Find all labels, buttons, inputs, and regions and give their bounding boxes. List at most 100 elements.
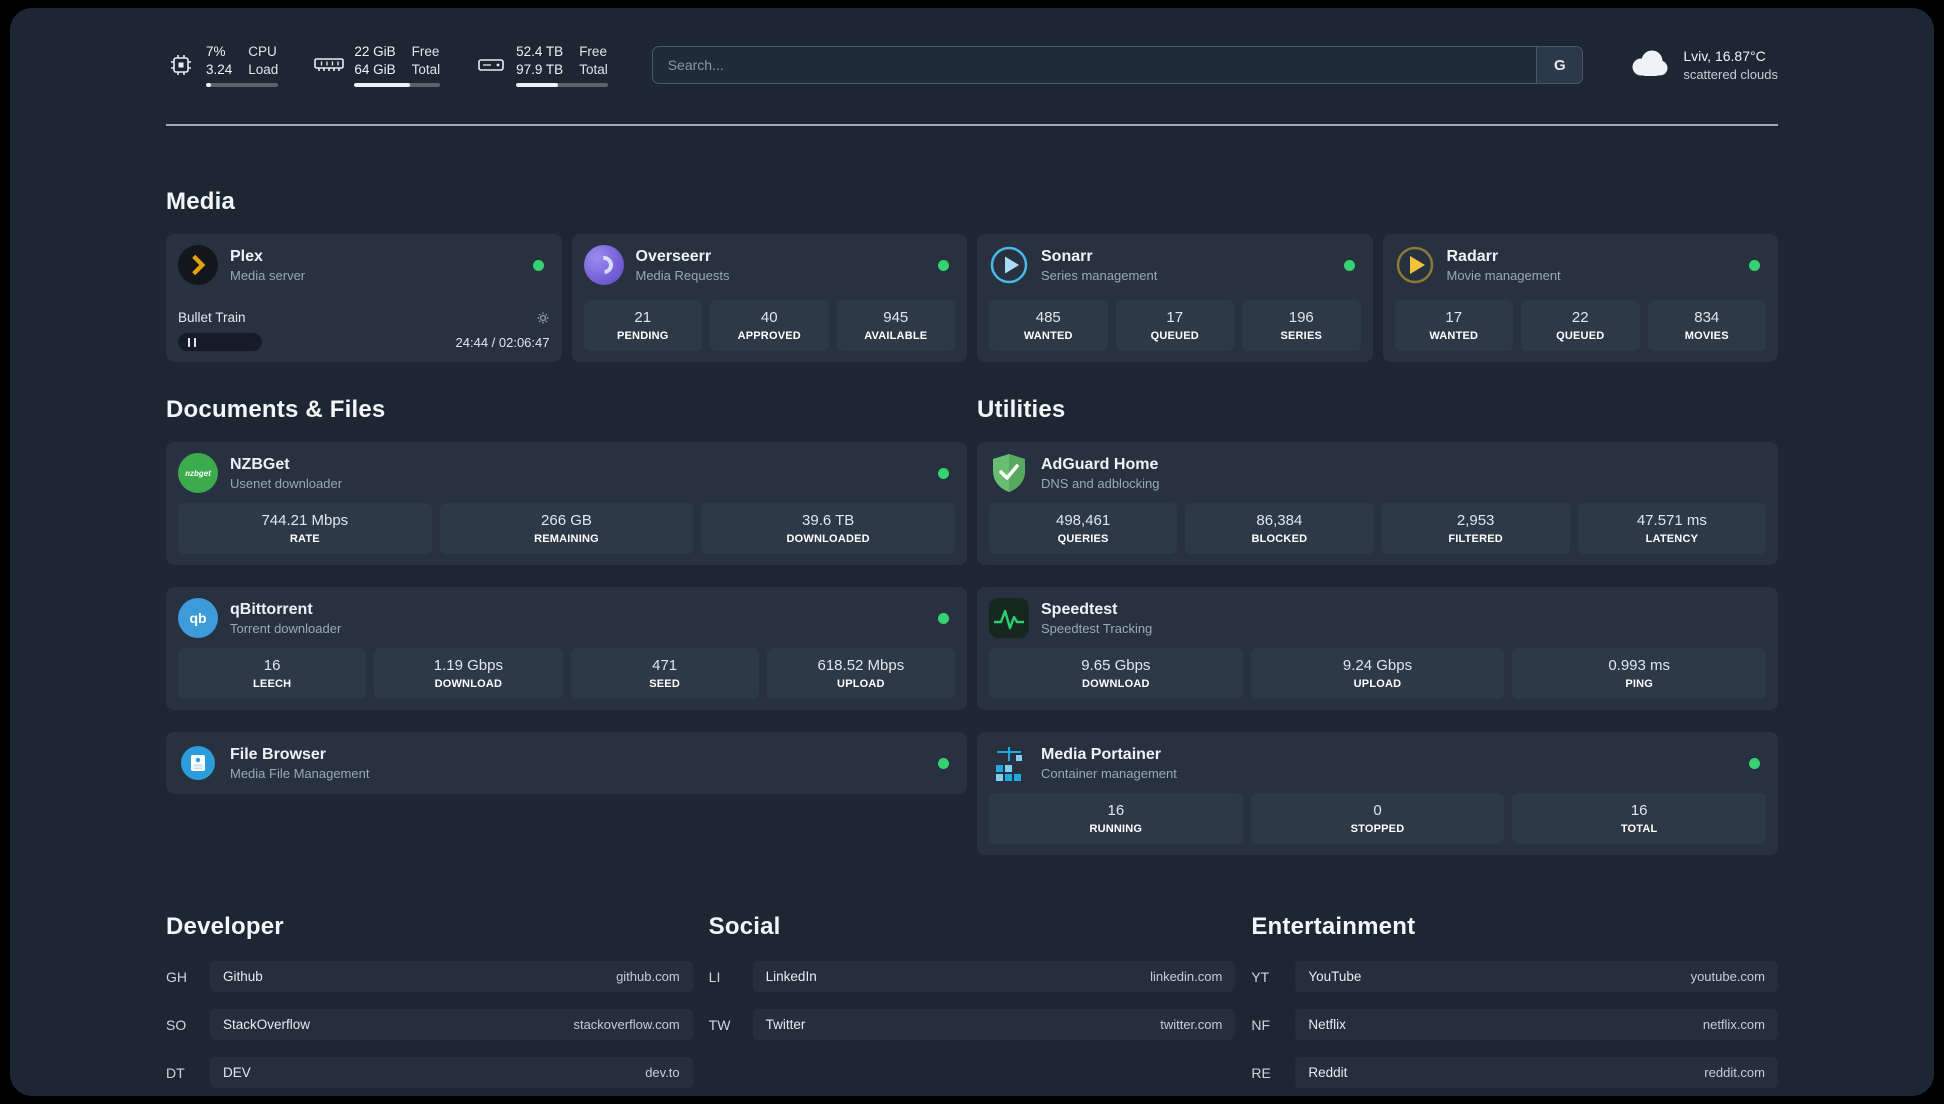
weather-widget: Lviv, 16.87°C scattered clouds [1627, 47, 1778, 84]
stat-label: DOWNLOAD [434, 678, 503, 690]
search-bar: G [651, 46, 1584, 84]
section-media: Media Plex Media server Bullet Train 24:… [166, 188, 1778, 362]
app-card-portainer[interactable]: Media Portainer Container management 16 … [977, 732, 1778, 855]
search-input[interactable] [652, 47, 1537, 83]
app-subtitle: Usenet downloader [230, 475, 343, 491]
bookmark-url: dev.to [645, 1065, 680, 1080]
section-utilities: Utilities AdGuard Home DNS and adblockin… [977, 396, 1778, 855]
app-card-plex[interactable]: Plex Media server Bullet Train 24:44 / 0… [166, 234, 562, 362]
stat-label: APPROVED [737, 330, 801, 342]
bookmark-abbr: SO [166, 1016, 187, 1033]
stat-box: 744.21 Mbps RATE [178, 503, 432, 554]
search-engine-button[interactable]: G [1536, 47, 1583, 83]
stat-box: 47.571 ms LATENCY [1577, 503, 1766, 554]
stat-box: 16 TOTAL [1512, 793, 1766, 844]
stat-box: 471 SEED [570, 648, 759, 699]
stat-box: 86,384 BLOCKED [1185, 503, 1374, 554]
stat-value: 266 GB [541, 512, 592, 529]
stat-label: QUEUED [1150, 330, 1199, 342]
stat-label: DOWNLOAD [1082, 678, 1150, 690]
app-card-nzbget[interactable]: nzbget NZBGet Usenet downloader 744.21 M… [166, 442, 967, 565]
app-card-overseerr[interactable]: Overseerr Media Requests 21 PENDING 40 A… [571, 234, 967, 362]
app-name: Plex [230, 247, 263, 265]
bookmark-link-dev[interactable]: DEV dev.to [210, 1057, 693, 1088]
stat-label: AVAILABLE [864, 330, 928, 342]
cpu-widget: 7% 3.24 CPU Load [166, 43, 279, 87]
disk-icon [476, 55, 506, 75]
stat-label: LEECH [252, 678, 292, 690]
status-dot [938, 757, 949, 769]
stat-value: 39.6 TB [802, 512, 855, 529]
section-title-media: Media [166, 188, 236, 215]
stat-value: 485 [1035, 309, 1061, 326]
stat-box: 498,461 QUERIES [989, 503, 1178, 554]
bookmark-abbr: RE [1251, 1064, 1271, 1081]
app-card-filebrowser[interactable]: File Browser Media File Management [166, 732, 967, 794]
adguard-icon [989, 453, 1029, 493]
bookmark-url: twitter.com [1160, 1017, 1223, 1032]
status-dot [938, 612, 949, 624]
stat-value: 16 [1107, 802, 1125, 819]
cpu-usage-fill [206, 82, 212, 87]
section-title-social: Social [708, 913, 781, 940]
stat-box: 196 SERIES [1242, 300, 1361, 351]
bookmark-link-stackoverflow[interactable]: StackOverflow stackoverflow.com [210, 1009, 693, 1040]
stat-label: UPLOAD [1353, 678, 1402, 690]
stat-label: PENDING [616, 330, 669, 342]
app-subtitle: Speedtest Tracking [1041, 620, 1153, 636]
app-name: AdGuard Home [1041, 455, 1159, 473]
app-card-radarr[interactable]: Radarr Movie management 17 WANTED 22 QUE… [1382, 234, 1778, 362]
stat-label: RATE [289, 533, 320, 545]
stat-label: PING [1625, 678, 1654, 690]
disk-free-label: Free [579, 43, 607, 59]
app-name: File Browser [230, 745, 327, 763]
stat-label: STOPPED [1350, 823, 1405, 835]
stat-box: 16 RUNNING [989, 793, 1243, 844]
app-subtitle: Media Requests [635, 267, 730, 283]
stat-value: 16 [1630, 802, 1648, 819]
bookmark-link-reddit[interactable]: Reddit reddit.com [1295, 1057, 1778, 1088]
app-card-speedtest[interactable]: Speedtest Speedtest Tracking 9.65 Gbps D… [977, 587, 1778, 710]
ram-total-value: 64 GiB [354, 61, 396, 77]
app-card-adguard[interactable]: AdGuard Home DNS and adblocking 498,461 … [977, 442, 1778, 565]
bookmark-link-youtube[interactable]: YouTube youtube.com [1295, 961, 1778, 992]
pause-icon[interactable] [188, 337, 196, 347]
bookmark-abbr: YT [1251, 968, 1270, 985]
app-card-qbittorrent[interactable]: qb qBittorrent Torrent downloader 16 LEE… [166, 587, 967, 710]
ram-usage-fill [354, 82, 411, 87]
bookmark-abbr: LI [708, 968, 721, 985]
section-documents: Documents & Files nzbget NZBGet Usenet d… [166, 396, 967, 794]
section-title-entertainment: Entertainment [1251, 913, 1416, 940]
playback-bar[interactable] [178, 333, 262, 351]
status-dot [1749, 757, 1760, 769]
app-name: Speedtest [1041, 600, 1118, 618]
sonarr-icon [989, 245, 1029, 285]
overseerr-icon [583, 245, 624, 285]
stat-value: 9.65 Gbps [1081, 657, 1151, 674]
ram-usage-bar [354, 82, 441, 87]
stat-value: 2,953 [1456, 512, 1495, 529]
bookmark-abbr: GH [166, 968, 187, 985]
gear-icon[interactable] [536, 311, 550, 325]
app-card-sonarr[interactable]: Sonarr Series management 485 WANTED 17 Q… [977, 234, 1373, 362]
cpu-percent: 7% [206, 43, 226, 59]
bookmark-name: Github [223, 969, 263, 984]
bookmark-link-github[interactable]: Github github.com [210, 961, 693, 992]
stat-label: MOVIES [1684, 330, 1729, 342]
bookmark-link-netflix[interactable]: Netflix netflix.com [1295, 1009, 1778, 1040]
stat-box: 22 QUEUED [1521, 300, 1640, 351]
stat-box: 16 LEECH [178, 648, 367, 699]
bookmark-url: stackoverflow.com [573, 1017, 680, 1032]
cpu-load-value: 3.24 [206, 61, 233, 77]
stat-value: 47.571 ms [1636, 512, 1707, 529]
playback-time: 24:44 / 02:06:47 [455, 334, 550, 350]
bookmark-link-twitter[interactable]: Twitter twitter.com [752, 1009, 1236, 1040]
stat-label: UPLOAD [837, 678, 885, 690]
disk-usage-fill [516, 82, 559, 87]
stat-value: 196 [1288, 309, 1314, 326]
status-dot [938, 467, 949, 479]
bookmark-row-twitter: TW Twitter twitter.com [709, 1009, 1236, 1040]
ram-icon [314, 55, 345, 75]
cpu-usage-bar [206, 82, 279, 87]
bookmark-link-linkedin[interactable]: LinkedIn linkedin.com [752, 961, 1236, 992]
